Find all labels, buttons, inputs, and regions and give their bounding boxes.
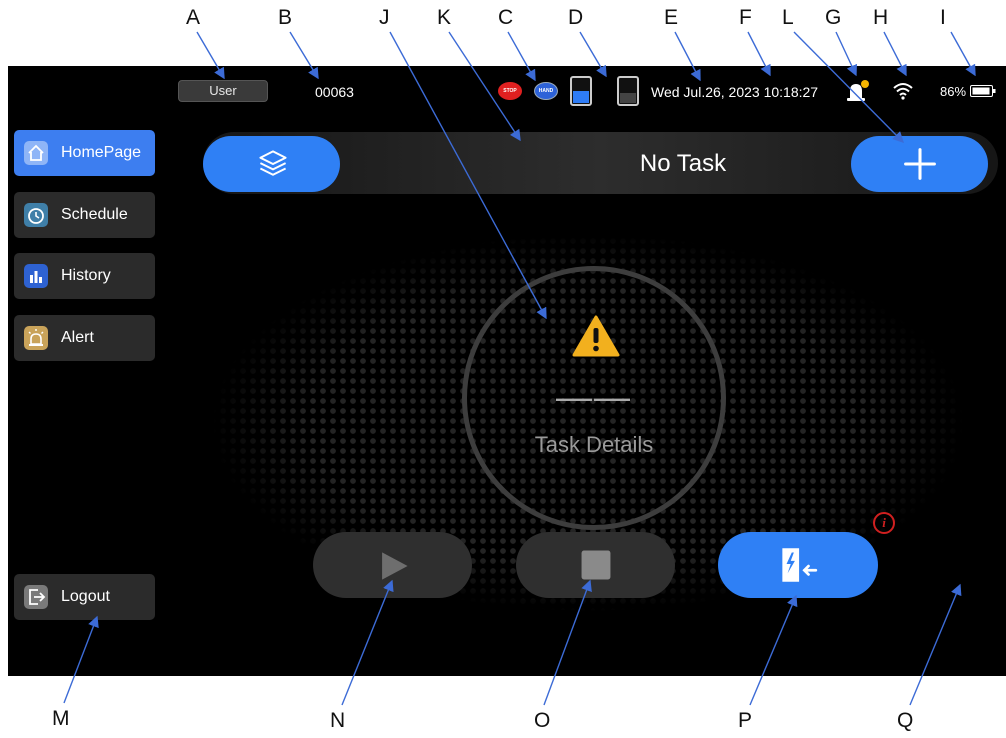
- sidebar-item-schedule[interactable]: Schedule: [14, 192, 155, 238]
- sidebar-item-label: History: [61, 267, 111, 284]
- tank-level-fill-a: [573, 91, 589, 103]
- tank-level-indicator-a: [570, 76, 592, 106]
- bar-chart-icon: [24, 264, 48, 288]
- sidebar-item-homepage[interactable]: HomePage: [14, 130, 155, 176]
- sidebar-item-history[interactable]: History: [14, 253, 155, 299]
- stop-indicator: STOP: [498, 82, 522, 100]
- callout-h: H: [873, 6, 889, 29]
- stop-icon: [581, 550, 611, 580]
- hand-mode-indicator: HAND: [534, 82, 558, 100]
- callout-f: F: [739, 6, 752, 29]
- logout-icon: [24, 585, 48, 609]
- sidebar-item-label: HomePage: [61, 144, 142, 161]
- device-screen: User 00063 STOP HAND Wed Jul.26, 2023 10…: [8, 66, 1006, 676]
- home-icon: [24, 141, 48, 165]
- battery-icon: [970, 85, 996, 97]
- tank-level-indicator-b: [617, 76, 639, 106]
- warning-icon: [572, 315, 620, 357]
- datetime-display: Wed Jul.26, 2023 10:18:27: [651, 84, 819, 100]
- wifi-icon: [893, 83, 913, 100]
- sidebar-item-alert[interactable]: Alert: [14, 315, 155, 361]
- sidebar-item-label: Alert: [61, 329, 94, 346]
- user-role-badge[interactable]: User: [178, 80, 268, 102]
- layers-icon: [259, 150, 287, 176]
- task-title: No Task: [639, 150, 727, 177]
- logout-button[interactable]: Logout: [14, 574, 155, 620]
- callout-e: E: [664, 6, 679, 29]
- plus-icon: [904, 148, 936, 180]
- callout-a: A: [186, 6, 201, 29]
- stop-button[interactable]: [516, 532, 675, 598]
- info-alert-icon[interactable]: i: [873, 512, 895, 534]
- return-to-dock-button[interactable]: [718, 532, 878, 598]
- return-charging-icon: [782, 548, 818, 582]
- callout-q: Q: [897, 709, 914, 732]
- callout-i: I: [940, 6, 946, 29]
- logout-label: Logout: [61, 588, 110, 605]
- play-icon: [382, 552, 408, 580]
- callout-k: K: [437, 6, 452, 29]
- task-value: ——: [556, 376, 632, 417]
- alarm-icon: [24, 326, 48, 350]
- clock-icon: [24, 203, 48, 227]
- sidebar-item-label: Schedule: [61, 206, 128, 223]
- callout-b: B: [278, 6, 293, 29]
- callout-j: J: [379, 6, 390, 29]
- serial-number: 00063: [315, 84, 354, 100]
- callout-d: D: [568, 6, 584, 29]
- start-button[interactable]: [313, 532, 472, 598]
- alarm-bell-icon[interactable]: [844, 78, 870, 104]
- callout-l: L: [782, 6, 794, 29]
- callout-p: P: [738, 709, 753, 732]
- callout-g: G: [825, 6, 842, 29]
- task-list-button[interactable]: [203, 136, 340, 192]
- task-details-label: Task Details: [534, 432, 654, 457]
- tank-level-fill-b: [620, 92, 636, 103]
- callout-c: C: [498, 6, 514, 29]
- callout-m: M: [52, 707, 70, 730]
- battery-percent: 86%: [940, 84, 967, 99]
- callout-o: O: [534, 709, 551, 732]
- callout-n: N: [330, 709, 346, 732]
- add-task-button[interactable]: [851, 136, 988, 192]
